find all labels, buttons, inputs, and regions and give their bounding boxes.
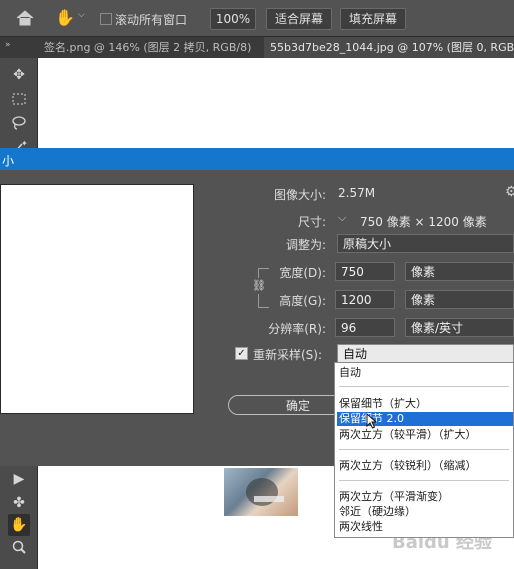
- separator: [339, 449, 509, 450]
- dimensions-label: 尺寸:: [297, 215, 326, 229]
- hand-tool-icon[interactable]: ✋: [8, 514, 30, 536]
- width-unit-select[interactable]: 像素: [405, 262, 514, 281]
- resample-option[interactable]: 邻近（硬边缘）: [337, 505, 513, 519]
- resample-label: 重新采样(S):: [253, 348, 323, 362]
- height-unit-select[interactable]: 像素: [405, 290, 514, 309]
- width-label: 宽度(D):: [279, 266, 326, 280]
- resample-option[interactable]: 两次立方（较平滑）（扩大）: [337, 428, 513, 442]
- scroll-all-windows-checkbox[interactable]: [100, 13, 112, 25]
- separator: [339, 480, 509, 481]
- chevron-down-icon[interactable]: ⌵: [338, 211, 346, 225]
- height-input[interactable]: 1200: [335, 290, 395, 309]
- fit-to-select[interactable]: 原稿大小: [337, 234, 514, 253]
- lasso-tool-icon[interactable]: [8, 112, 30, 134]
- tab-signature-doc[interactable]: 签名.png @ 146% (图层 2 拷贝, RGB/8) * ×: [44, 37, 254, 58]
- scroll-all-windows-label: 滚动所有窗口: [115, 13, 188, 27]
- settings-gear-icon[interactable]: ⚙: [505, 184, 514, 200]
- chevron-down-icon[interactable]: ⌵: [78, 10, 85, 20]
- preview-panel: [0, 184, 194, 414]
- fill-screen-button[interactable]: 填充屏幕: [340, 8, 406, 30]
- select-tool-icon[interactable]: ▶: [8, 468, 30, 490]
- height-label: 高度(G):: [279, 294, 326, 308]
- document-tab-bar: » 签名.png @ 146% (图层 2 拷贝, RGB/8) * × 55b…: [0, 37, 514, 58]
- separator: [339, 386, 509, 387]
- zoom-value-button[interactable]: 100%: [210, 8, 256, 30]
- move-tool-icon[interactable]: ✥: [8, 64, 30, 86]
- resolution-unit-select[interactable]: 像素/英寸: [405, 318, 514, 337]
- resolution-input[interactable]: 96: [335, 318, 395, 337]
- resample-select[interactable]: 自动: [337, 344, 514, 363]
- dimensions-value: 750 像素 × 1200 像素: [360, 215, 487, 229]
- resample-option[interactable]: 两次立方（平滑渐变）: [337, 490, 513, 504]
- panel-collapse-icon[interactable]: »: [5, 40, 11, 50]
- mouse-cursor-icon: [366, 412, 378, 432]
- fit-to-label: 调整为:: [285, 238, 326, 252]
- resample-checkbox[interactable]: ✓: [235, 347, 248, 360]
- home-icon[interactable]: [15, 9, 35, 27]
- dialog-title: 小: [2, 154, 15, 168]
- shape-tool-icon[interactable]: ✤: [8, 492, 30, 514]
- zoom-tool-icon[interactable]: [8, 536, 30, 558]
- resample-option[interactable]: 两次线性: [337, 520, 513, 534]
- image-size-label: 图像大小:: [273, 188, 326, 202]
- options-bar: ✋ ⌵ 滚动所有窗口 100% 适合屏幕 填充屏幕: [0, 0, 514, 37]
- resolution-label: 分辨率(R):: [268, 322, 326, 336]
- dialog-title-bar: 小: [0, 148, 514, 170]
- tab-photo-doc[interactable]: 55b3d7be28_1044.jpg @ 107% (图层 0, RGB/8#…: [264, 37, 514, 58]
- canvas-photo-thumbnail: [224, 468, 298, 516]
- marquee-tool-icon[interactable]: [8, 88, 30, 110]
- fit-screen-button[interactable]: 适合屏幕: [266, 8, 332, 30]
- resample-option[interactable]: 自动: [337, 366, 513, 380]
- image-size-value: 2.57M: [338, 186, 376, 200]
- resample-option-selected[interactable]: 保留细节 2.0: [337, 412, 513, 426]
- svg-text:✦: ✦: [21, 139, 27, 148]
- resample-options-list: 自动 保留细节（扩大） 保留细节 2.0 两次立方（较平滑）（扩大） 两次立方（…: [334, 362, 514, 538]
- tab-label: 签名.png @ 146% (图层 2 拷贝, RGB/8) *: [44, 41, 254, 54]
- tab-label: 55b3d7be28_1044.jpg @ 107% (图层 0, RGB/8#…: [270, 41, 514, 54]
- resample-option[interactable]: 两次立方（较锐利）（缩减）: [337, 459, 513, 473]
- hand-tool-icon[interactable]: ✋: [55, 8, 75, 28]
- width-input[interactable]: 750: [335, 262, 395, 281]
- resample-option[interactable]: 保留细节（扩大）: [337, 397, 513, 411]
